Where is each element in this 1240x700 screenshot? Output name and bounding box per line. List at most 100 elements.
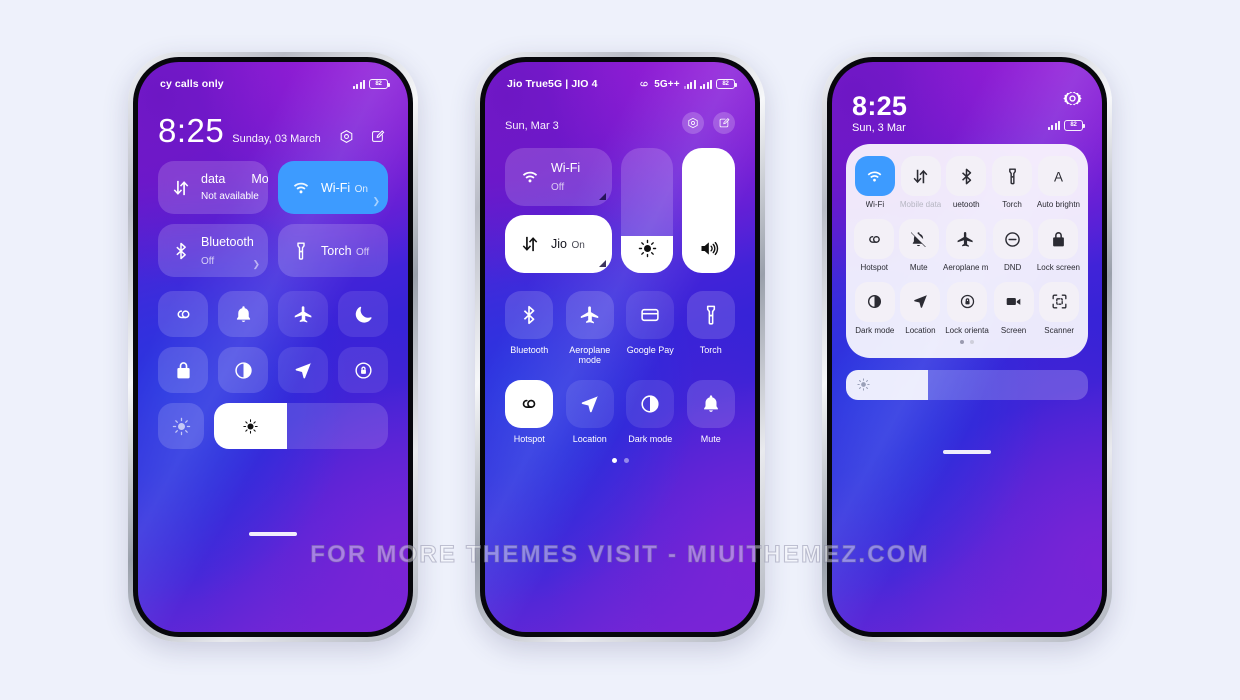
tile-aeroplane-mode[interactable]: Aeroplane m [943,219,988,273]
tile-button[interactable] [626,291,675,339]
tile-mute[interactable]: Mute [898,219,940,273]
tile-hotspot[interactable] [158,291,208,337]
tile-button[interactable] [626,379,675,428]
tile-auto-brightness[interactable] [158,403,204,449]
tile-mobile-data[interactable]: data Mo Not available [158,161,268,214]
tile-button[interactable] [900,281,941,322]
tile-label: Google Pay [626,345,674,355]
tile-scanner[interactable]: Scanner [1038,281,1080,336]
tile-title-marquee: data Mo [201,172,268,186]
tile-label: Dark mode [628,433,673,444]
tile-wifi[interactable]: Wi-Fi On ❯ [278,161,388,214]
expand-corner-icon[interactable] [598,193,606,200]
torch-icon [706,305,715,325]
tile-button[interactable] [686,291,735,339]
tile-sub: Off [356,246,370,258]
tile-button[interactable] [993,281,1034,322]
edit-icon[interactable] [366,125,388,147]
volume-icon [682,238,735,259]
tile-google-pay[interactable]: Google Pay [626,291,675,366]
tile-dark-mode[interactable]: Dark mode [854,281,896,336]
tile-button[interactable] [945,219,986,260]
signal-bars-icon [1047,120,1060,130]
tile-torch[interactable]: Torch [686,291,736,366]
vpn-icon [640,81,648,87]
screenshot-stage: cy calls only 82 8:25 Sunday, 03 March d… [0,0,1240,700]
tile-button[interactable] [854,281,895,322]
brightness-slider[interactable] [214,403,388,449]
tile-button[interactable] [505,291,554,339]
tile-location[interactable]: Location [565,379,615,444]
phone3-tiles-panel: Wi-Fi Mobile data uetooth Torch A Auto b… [846,144,1088,358]
tile-sub: Off [551,182,565,193]
tile-button[interactable] [686,379,735,428]
tile-mobile-data[interactable]: Mobile data [900,156,942,210]
volume-slider[interactable] [682,148,735,273]
tile-screen-record[interactable]: Screen [993,281,1035,336]
screen-record-icon[interactable] [682,112,704,134]
tile-dnd[interactable] [338,291,388,337]
small-tile-row-1 [158,291,388,337]
brightness-slider[interactable] [620,148,674,273]
page-dot-1[interactable] [960,339,964,344]
tile-button[interactable] [565,291,614,339]
page-dot-1[interactable] [611,458,617,464]
expand-corner-icon[interactable] [598,260,606,267]
tile-bluetooth[interactable]: Bluetooth Off ❯ [158,224,268,277]
tile-wifi[interactable]: Wi-Fi Off [505,148,612,206]
brightness-slider[interactable] [846,369,1088,400]
signal-bars-icon-1 [683,79,696,89]
brightness-row [158,403,388,449]
tile-mobile-data[interactable]: Jio On [505,215,612,273]
tile-dark-mode[interactable]: Dark mode [626,379,675,444]
tile-button[interactable] [505,379,554,428]
tile-dnd[interactable]: DND [992,219,1033,273]
tile-button[interactable]: A [1038,156,1079,197]
tile-bluetooth[interactable]: uetooth [945,156,987,210]
tile-dark-mode[interactable] [218,347,268,393]
tile-title: Torch [321,243,352,258]
tile-button[interactable] [900,156,941,197]
tile-lock-screen[interactable] [158,347,208,393]
tile-label: Hotspot [860,264,889,273]
tile-aeroplane-mode[interactable]: Aeroplane mode [565,291,615,366]
tile-label: Wi-Fi [865,201,885,210]
tile-auto-brightness[interactable]: A Auto brightn [1037,156,1080,210]
tile-button[interactable] [854,156,895,197]
tile-button[interactable] [992,219,1033,260]
page-dot-2[interactable] [970,339,974,344]
torch-icon [291,241,311,261]
tile-button[interactable] [947,281,987,322]
tile-lock-orientation[interactable]: Lock orienta [945,281,989,336]
tile-torch[interactable]: Torch Off [278,224,388,277]
lock-icon [1053,231,1064,247]
tile-button[interactable] [992,156,1032,197]
torch-icon [1008,168,1016,185]
tile-ring[interactable] [218,291,268,337]
tile-button[interactable] [854,219,895,260]
gear-icon[interactable] [1062,88,1083,114]
tile-button[interactable] [1038,219,1079,260]
tile-button[interactable] [898,219,939,260]
tile-lock-orientation[interactable] [338,347,388,393]
chevron-right-icon[interactable]: ❯ [372,196,380,207]
chevron-right-icon[interactable]: ❯ [252,259,260,270]
screen-record-icon[interactable] [335,125,357,147]
tile-bluetooth[interactable]: Bluetooth [505,291,554,366]
header-actions [682,112,735,134]
tile-aeroplane-mode[interactable] [278,291,328,337]
page-dot-2[interactable] [623,458,629,464]
tile-hotspot[interactable]: Hotspot [854,219,895,273]
tile-location[interactable] [278,347,328,393]
tile-button[interactable] [565,379,614,428]
tile-wifi[interactable]: Wi-Fi [854,156,896,210]
tile-torch[interactable]: Torch [991,156,1033,210]
tile-button[interactable] [1039,281,1080,322]
tile-mute[interactable]: Mute [686,379,736,444]
edit-icon[interactable] [713,112,735,134]
tile-location[interactable]: Location [900,281,942,336]
tile-hotspot[interactable]: Hotspot [505,379,554,444]
tile-lock-screen[interactable]: Lock screen [1037,219,1080,273]
tile-button[interactable] [946,156,987,197]
phone-mockup-2: Jio True5G | JIO 4 5G++ 82 Sun, Mar 3 Wi… [475,52,765,642]
